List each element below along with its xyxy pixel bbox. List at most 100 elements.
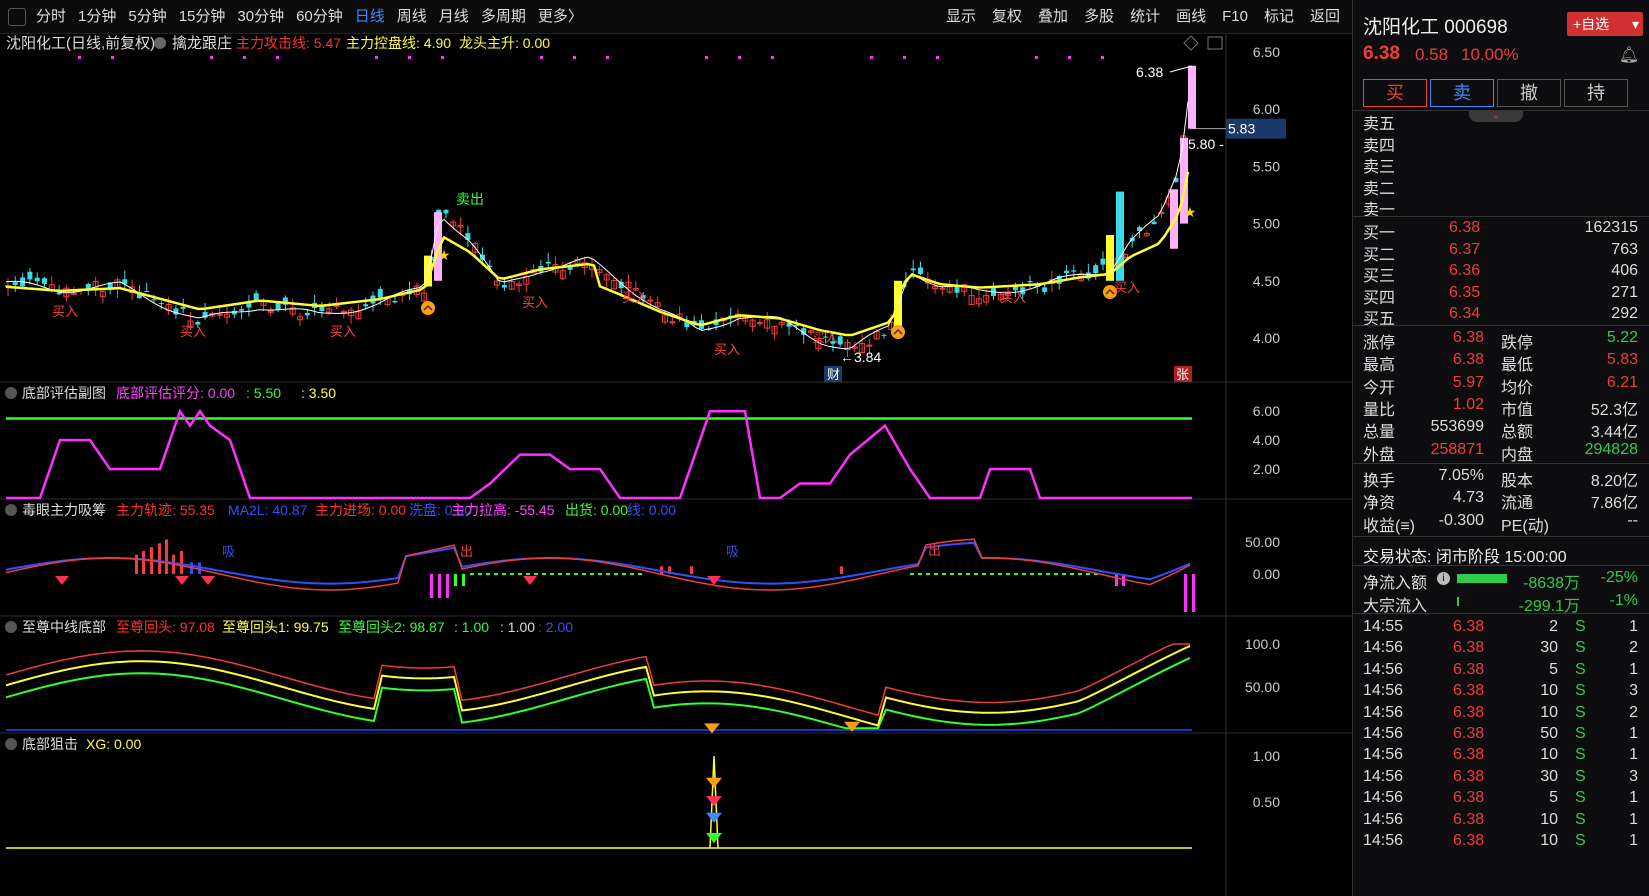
tick-count: 1 <box>1629 810 1638 828</box>
price-tag: 5.83 <box>1228 121 1255 137</box>
divider <box>1353 536 1649 537</box>
signal-dot <box>276 56 279 59</box>
tab-period-0[interactable]: 分时 <box>30 0 72 34</box>
candle-body <box>647 299 654 302</box>
tab-period-9[interactable]: 多周期 <box>475 0 532 34</box>
add-favorite-button[interactable]: +自选 ▾ <box>1567 12 1643 36</box>
dash-mark <box>534 573 538 575</box>
stat-value: 294828 <box>1584 440 1638 458</box>
tab-period-1[interactable]: 1分钟 <box>72 0 122 34</box>
sell-level-row[interactable]: 卖一 <box>1353 194 1649 219</box>
zhang-label: 张 <box>1176 367 1189 382</box>
tab-period-8[interactable]: 月线 <box>433 0 475 34</box>
star-icon: ★ <box>1184 204 1197 220</box>
diamond-icon <box>523 576 537 585</box>
volume-bar <box>1192 574 1195 612</box>
dash-mark <box>998 573 1002 575</box>
window-icon[interactable] <box>1207 36 1223 50</box>
buy-level-row[interactable]: 买五 6.34 292 <box>1353 303 1649 328</box>
panel-toggle-icon[interactable] <box>8 7 26 26</box>
tick-row: 14:56 6.38 10 S 1 <box>1353 830 1649 852</box>
buy-level-row[interactable]: 买二 6.37 763 <box>1353 239 1649 264</box>
tab-period-5[interactable]: 60分钟 <box>290 0 349 34</box>
dash-mark <box>910 573 914 575</box>
diamond-icon <box>706 832 722 843</box>
chart-tools: 显示 复权 叠加 多股 统计 画线 F10 标记 返回 <box>938 0 1348 34</box>
tick-count: 3 <box>1629 682 1638 700</box>
tab-period-4[interactable]: 30分钟 <box>231 0 290 34</box>
candle-body <box>239 309 245 311</box>
dash-mark <box>638 573 642 575</box>
sell-level-row[interactable]: 卖三 <box>1353 151 1649 176</box>
sell-button[interactable]: 卖 <box>1430 79 1494 107</box>
tick-price: 6.38 <box>1453 832 1485 849</box>
buy-label: 买入 <box>714 342 740 357</box>
tick-side: S <box>1575 767 1586 785</box>
net-inflow-bar <box>1457 574 1507 583</box>
tool-1[interactable]: 复权 <box>984 0 1030 34</box>
candle-body <box>1064 270 1069 274</box>
info-icon[interactable]: i <box>1437 572 1450 585</box>
tool-3[interactable]: 多股 <box>1076 0 1122 34</box>
buy-level-row[interactable]: 买三 6.36 406 <box>1353 260 1649 285</box>
tab-period-3[interactable]: 15分钟 <box>173 0 232 34</box>
tool-6[interactable]: F10 <box>1214 0 1256 34</box>
sell-level-row[interactable]: 卖四 <box>1353 130 1649 155</box>
tool-7[interactable]: 标记 <box>1256 0 1302 34</box>
tick-count: 3 <box>1629 767 1638 785</box>
collapse-panel-icon[interactable] <box>5 738 17 750</box>
tick-volume: 10 <box>1540 746 1558 764</box>
indicator-toggle-icon[interactable] <box>154 37 166 49</box>
dash-mark <box>550 573 554 575</box>
tool-2[interactable]: 叠加 <box>1030 0 1076 34</box>
dash-mark <box>574 573 578 575</box>
volume-bar <box>840 566 843 574</box>
tab-period-10[interactable]: 更多〉 <box>532 0 589 34</box>
buy-level-price: 6.34 <box>1449 305 1481 323</box>
sell-level-row[interactable]: 卖五 <box>1353 108 1649 133</box>
cancel-order-button[interactable]: 撤 <box>1497 79 1561 107</box>
tool-5[interactable]: 画线 <box>1168 0 1214 34</box>
tool-0[interactable]: 显示 <box>938 0 984 34</box>
diamond-icon[interactable] <box>1183 35 1199 51</box>
legend-item: : 5.50 <box>246 385 281 401</box>
tab-period-6[interactable]: 日线 <box>349 0 391 34</box>
buy-level-row[interactable]: 买一 6.38 162315 <box>1353 217 1649 242</box>
price-mark: 5.80 - <box>1188 136 1224 152</box>
dash-mark <box>470 573 474 575</box>
tick-row: 14:56 6.38 50 S 1 <box>1353 723 1649 745</box>
tick-side: S <box>1575 639 1586 657</box>
panel-title: 底部狙击 <box>22 736 78 752</box>
chart-title: 沈阳化工(日线,前复权) <box>6 34 155 52</box>
signal-dot <box>936 56 939 59</box>
collapse-panel-icon[interactable] <box>5 621 17 633</box>
dash-mark <box>486 573 490 575</box>
diamond-icon <box>706 796 722 807</box>
stock-name: 沈阳化工 000698 <box>1363 17 1508 38</box>
candle-body <box>27 271 33 280</box>
tick-price: 6.38 <box>1453 789 1485 807</box>
tool-8[interactable]: 返回 <box>1302 0 1348 34</box>
tool-4[interactable]: 统计 <box>1122 0 1168 34</box>
candle-body <box>1100 258 1106 265</box>
tick-row: 14:56 6.38 30 S 2 <box>1353 637 1649 659</box>
buy-level-row[interactable]: 买四 6.35 271 <box>1353 282 1649 307</box>
candle-body <box>669 321 676 324</box>
dash-mark <box>590 573 594 575</box>
tab-period-2[interactable]: 5分钟 <box>122 0 172 34</box>
candle-body <box>42 278 47 284</box>
diamond-icon <box>175 576 189 585</box>
position-button[interactable]: 持 <box>1564 79 1628 107</box>
legend-item: : 1.00 <box>454 619 489 635</box>
collapse-panel-icon[interactable] <box>5 387 17 399</box>
sell-level-row[interactable]: 卖二 <box>1353 173 1649 198</box>
stat-value: 7.05% <box>1438 467 1484 484</box>
block-inflow-bar <box>1457 597 1459 606</box>
volume-bar <box>142 550 145 574</box>
buy-button[interactable]: 买 <box>1363 79 1427 107</box>
diamond-icon <box>704 723 720 734</box>
tick-price: 6.38 <box>1453 618 1485 635</box>
bell-icon[interactable]: 🔔︎ <box>1619 45 1639 65</box>
collapse-panel-icon[interactable] <box>5 504 17 516</box>
tab-period-7[interactable]: 周线 <box>391 0 433 34</box>
